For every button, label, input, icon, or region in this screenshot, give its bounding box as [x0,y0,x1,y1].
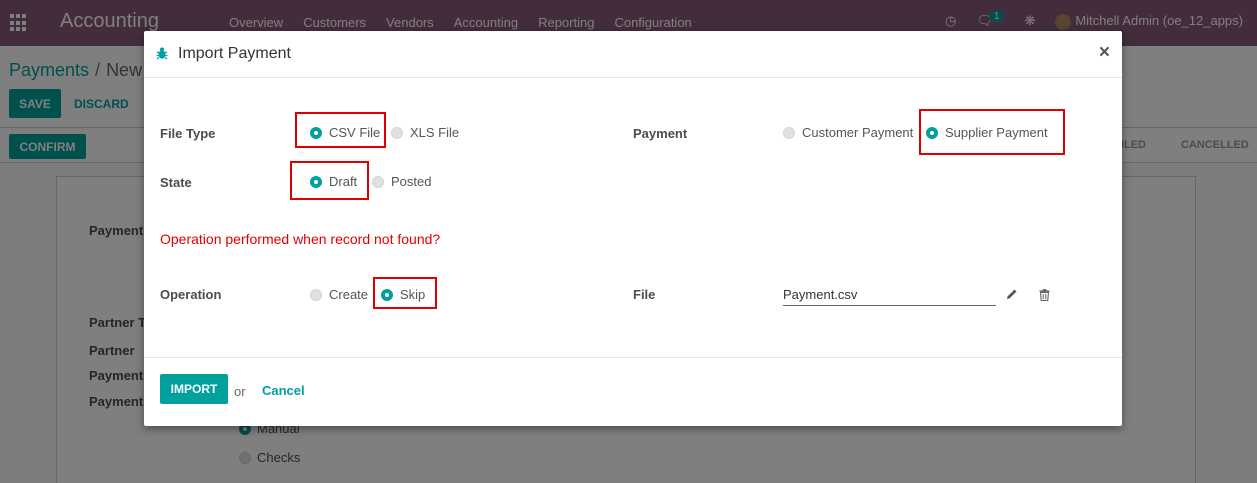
highlight-box-state [290,161,369,200]
radio-indicator [783,126,795,139]
pencil-icon[interactable] [1006,288,1018,300]
import-button[interactable]: IMPORT [160,374,228,404]
close-icon[interactable]: × [1099,42,1110,64]
operation-label: Operation [160,287,222,302]
state-label: State [160,175,192,190]
modal-footer: IMPORT or Cancel [144,357,1122,426]
file-type-xls-radio[interactable]: XLS File [391,125,459,140]
file-label: File [633,287,656,302]
radio-indicator [391,126,403,139]
payment-label: Payment [633,126,688,141]
state-posted-radio[interactable]: Posted [372,174,431,189]
operation-create-radio[interactable]: Create [310,287,368,302]
record-not-found-question: Operation performed when record not foun… [160,231,441,247]
highlight-box-payment [919,109,1065,155]
radio-indicator [372,175,384,188]
radio-indicator [310,288,322,301]
payment-customer-radio[interactable]: Customer Payment [783,125,913,140]
trash-icon[interactable] [1039,289,1050,301]
bug-icon [156,47,168,60]
modal-header: Import Payment × [144,31,1122,78]
or-text: or [234,384,246,399]
file-input[interactable]: Payment.csv [783,285,996,306]
import-payment-dialog: Import Payment × File Type CSV File XLS … [144,31,1122,426]
file-type-label: File Type [160,126,216,141]
modal-title: Import Payment [178,45,291,62]
highlight-box-operation [373,277,437,309]
cancel-button[interactable]: Cancel [262,383,305,398]
highlight-box-file-type [295,112,386,148]
